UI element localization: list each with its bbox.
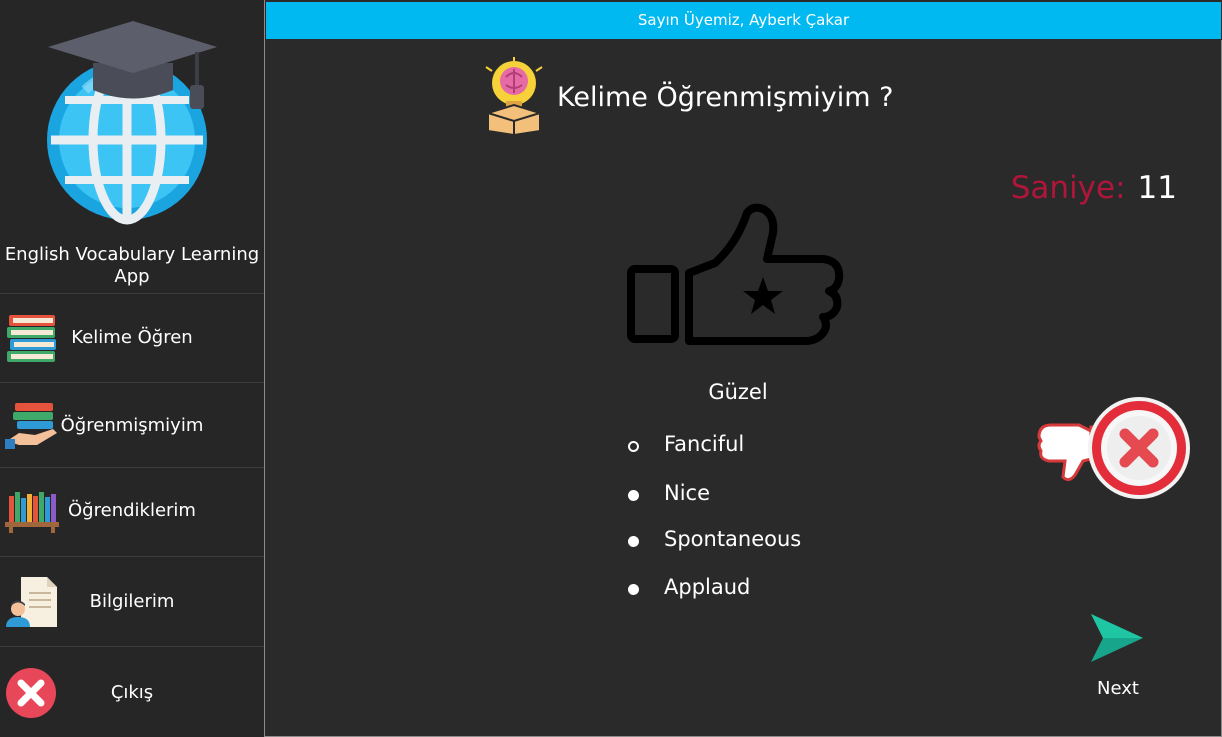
next-label: Next [1097, 678, 1139, 699]
option-label: Spontaneous [664, 527, 802, 551]
globe-graduation-cap-icon [45, 15, 225, 230]
radio-button[interactable] [628, 584, 639, 595]
brain-bulb-box-icon [484, 57, 544, 139]
radio-button[interactable] [628, 536, 639, 547]
sidebar-item-bilgilerim[interactable]: Bilgilerim [0, 557, 264, 645]
sidebar-item-ogrenmismiyim[interactable]: Öğrenmişmiyim [0, 383, 264, 471]
sidebar-item-label: Kelime Öğren [71, 327, 193, 348]
greeting-bar: Sayın Üyemiz, Ayberk Çakar [266, 2, 1221, 39]
option-label: Applaud [664, 575, 751, 599]
main-panel: Sayın Üyemiz, Ayberk Çakar Kelime Öğrenm… [264, 0, 1222, 737]
quiz-word: Güzel [708, 380, 768, 404]
option-label: Fanciful [664, 432, 745, 456]
sidebar: English Vocabulary Learning App Kelime Ö… [0, 0, 264, 737]
sidebar-item-kelime-ogren[interactable]: Kelime Öğren [0, 295, 264, 383]
timer-label: Saniye: [1010, 170, 1126, 206]
app-title: English Vocabulary Learning App [4, 244, 260, 287]
next-button[interactable]: Next [1083, 612, 1153, 707]
option-label: Nice [664, 481, 711, 505]
sidebar-item-label: Öğrenmişmiyim [60, 415, 204, 436]
divider [0, 293, 264, 294]
radio-button[interactable] [628, 490, 639, 501]
quiz-title: Kelime Öğrenmişmiyim ? [557, 82, 894, 113]
sidebar-item-cikis[interactable]: Çıkış [0, 647, 264, 735]
sidebar-item-label: Bilgilerim [89, 591, 175, 612]
timer-value: 11 [1137, 170, 1177, 206]
thumbs-up-star-icon [627, 203, 847, 352]
thumbs-down-wrong-icon [1035, 395, 1193, 511]
sidebar-item-label: Çıkış [110, 682, 154, 703]
sidebar-item-ogrendiklerim[interactable]: Öğrendiklerim [0, 468, 264, 556]
sidebar-item-label: Öğrendiklerim [68, 500, 196, 521]
radio-button[interactable] [628, 441, 639, 452]
timer: Saniye: 11 [1011, 170, 1177, 206]
